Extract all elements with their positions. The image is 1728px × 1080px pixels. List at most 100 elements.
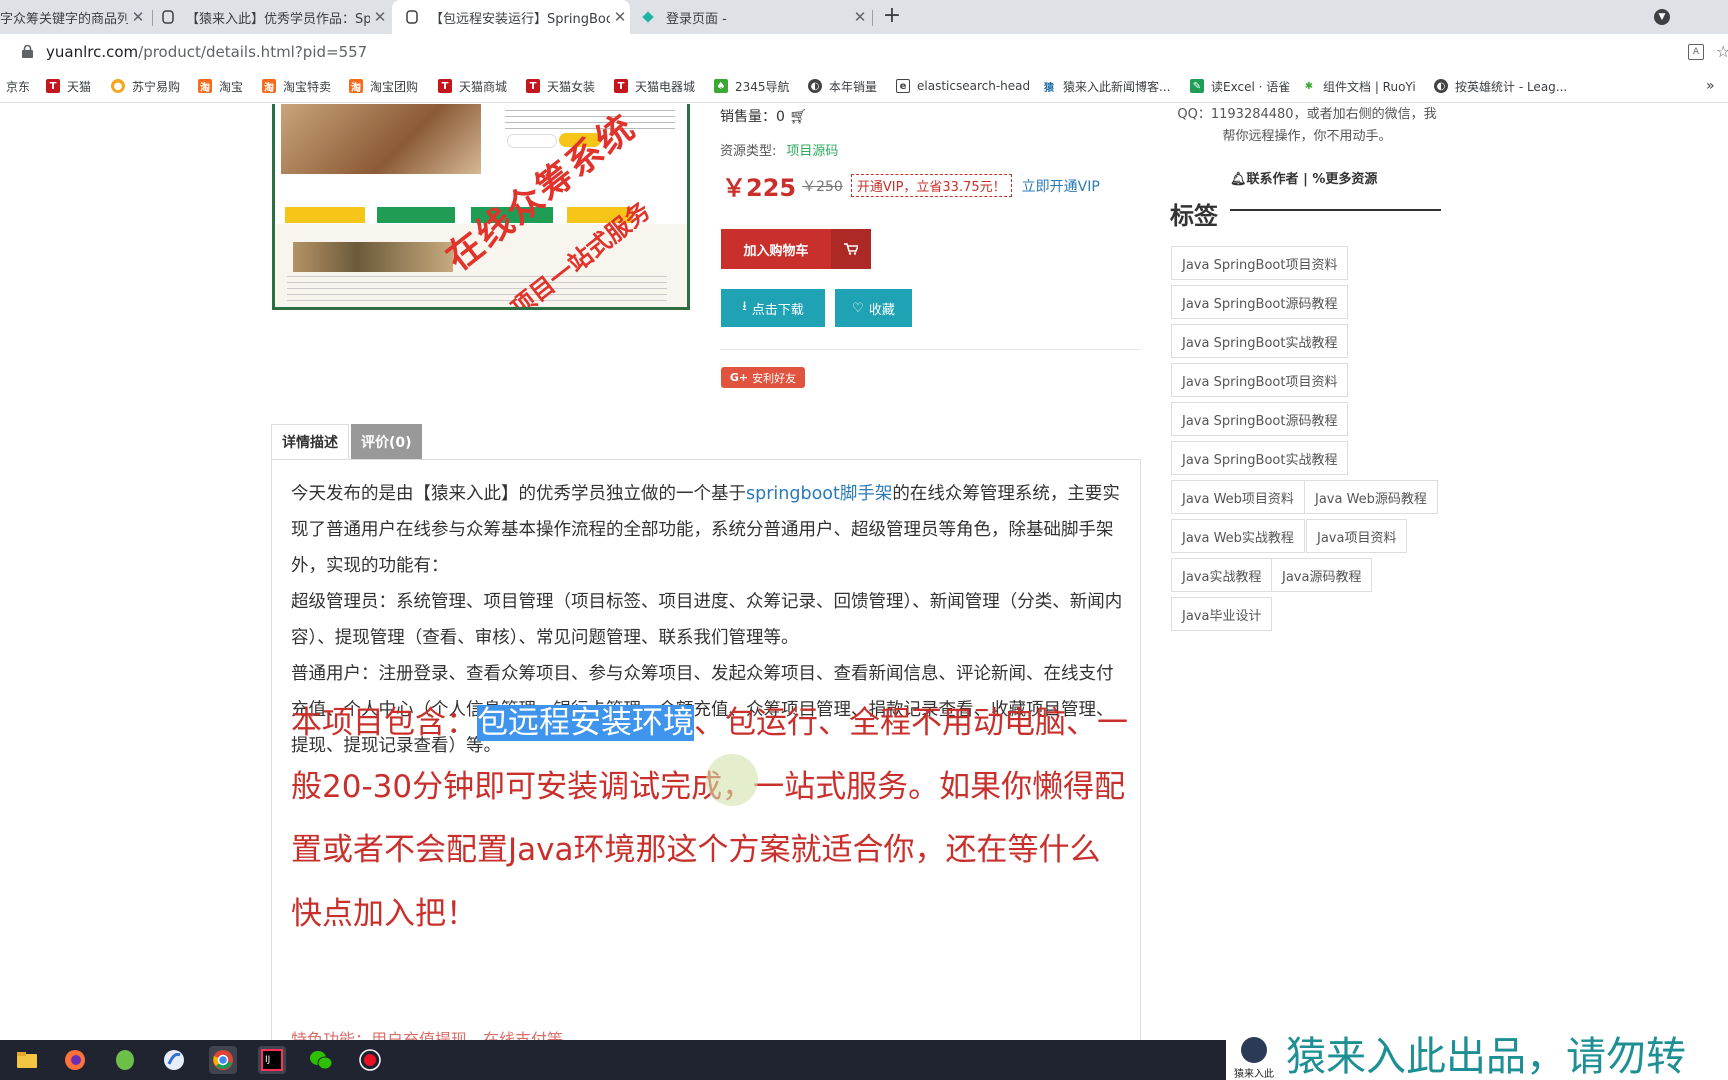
chrome-icon[interactable]	[209, 1046, 237, 1074]
bookmark-item[interactable]: T 天猫商城	[438, 77, 507, 95]
tab-description[interactable]: 详情描述	[271, 424, 349, 459]
bookmark-item[interactable]: ● 苏宁易购	[111, 77, 180, 95]
bookmark-star-icon[interactable]: ☆	[1716, 42, 1728, 61]
tab-title: 【猿来入此】优秀学员作品：Spr	[186, 11, 370, 27]
tag-item[interactable]: Java Web项目资料	[1171, 480, 1305, 514]
more-resources-link[interactable]: 更多资源	[1325, 172, 1377, 187]
brand-logo-text: 猿来入此	[1234, 1069, 1274, 1080]
tag-item[interactable]: Java SpringBoot项目资料	[1171, 363, 1349, 397]
bookmark-label: 淘宝	[219, 79, 244, 94]
brand-slogan: 猿来入此出品，请勿转	[1286, 1034, 1686, 1080]
intellij-icon[interactable]: IJ	[258, 1046, 286, 1074]
app-leaf-icon[interactable]	[111, 1046, 139, 1074]
vip-offer-badge[interactable]: 开通VIP，立省33.75元！	[850, 174, 1012, 197]
browser-tab-4[interactable]: 登录页面 - ✕	[640, 0, 870, 34]
download-button[interactable]: ⭳ 点击下载	[721, 289, 825, 327]
cart-icon	[831, 229, 871, 269]
price: ￥225	[722, 174, 797, 202]
bookmark-item[interactable]: 淘淘宝特卖	[262, 77, 331, 95]
tag-item[interactable]: Java实战教程	[1171, 558, 1273, 592]
preview-paragraph	[287, 276, 667, 306]
browser-tab-3-active[interactable]: 【包远程安装运行】SpringBoot ✕	[392, 0, 630, 34]
bookmark-item[interactable]: 猿猿来入此新闻博客...	[1042, 77, 1170, 95]
springboot-link[interactable]: springboot脚手架	[746, 484, 892, 504]
open-vip-link[interactable]: 立即开通VIP	[1022, 176, 1100, 196]
tab-divider	[872, 10, 873, 26]
translate-icon[interactable]: A	[1688, 44, 1704, 60]
close-icon[interactable]: ✕	[128, 8, 148, 26]
bookmark-item[interactable]: 淘淘宝	[198, 77, 243, 95]
svg-text:IJ: IJ	[265, 1055, 270, 1065]
browser-tab-2[interactable]: 【猿来入此】优秀学员作品：Spr ✕	[160, 0, 390, 34]
bookmark-item[interactable]: T 天猫	[46, 77, 91, 95]
page-content: 在线众筹系统 项目一站式服务 销售量：0 🛒︎ 资源类型: 项目源码 ￥225 ￥…	[0, 104, 1728, 1040]
bookmark-item[interactable]: ✎ 读Excel · 语雀	[1190, 77, 1290, 95]
bookmark-item[interactable]: ◐ 本年销量	[808, 77, 877, 95]
tab-title: 字众筹关键字的商品列表	[0, 11, 128, 27]
tab-divider	[152, 10, 153, 26]
divider-bar: |	[1303, 172, 1308, 187]
app-feather-icon[interactable]	[160, 1046, 188, 1074]
tag-item[interactable]: Java SpringBoot源码教程	[1171, 402, 1349, 436]
record-icon[interactable]	[356, 1046, 384, 1074]
share-button[interactable]: G+ 安利好友	[721, 367, 805, 388]
intro-text: 今天发布的是由【猿来入此】的优秀学员独立做的一个基于	[291, 484, 746, 504]
bookmark-item[interactable]: ◐ 按英雄统计 - Leag...	[1434, 77, 1567, 95]
url-field[interactable]: yuanlrc.com/product/details.html?pid=557	[46, 43, 367, 61]
contact-links: 🔔︎联系作者 | %更多资源	[1230, 168, 1377, 187]
close-icon[interactable]: ✕	[370, 8, 390, 26]
bookmark-item[interactable]: 京东	[6, 77, 30, 95]
bookmark-item[interactable]: T 天猫女装	[526, 77, 595, 95]
resource-type-value[interactable]: 项目源码	[786, 144, 838, 159]
preview-green-bar	[377, 207, 455, 223]
lock-icon	[22, 45, 33, 58]
divider	[720, 349, 1140, 350]
contact-author-link[interactable]: 联系作者	[1247, 172, 1299, 187]
tmall-icon: T	[46, 79, 60, 93]
wechat-icon[interactable]	[307, 1046, 335, 1074]
add-to-cart-button[interactable]: 加入购物车	[721, 229, 871, 269]
page-icon	[404, 9, 420, 25]
close-icon[interactable]: ✕	[850, 8, 870, 26]
bookmark-item[interactable]: T 天猫电器城	[614, 77, 695, 95]
tab-search-button[interactable]: ▼	[1654, 9, 1670, 25]
paragraph-intro: 今天发布的是由【猿来入此】的优秀学员独立做的一个基于springboot脚手架的…	[291, 476, 1126, 584]
favorite-button[interactable]: ♡ 收藏	[835, 289, 912, 327]
download-label: 点击下载	[751, 302, 804, 318]
close-icon[interactable]: ✕	[610, 8, 630, 26]
new-tab-button[interactable]: +	[880, 5, 904, 29]
file-explorer-icon[interactable]	[13, 1046, 41, 1074]
bookmark-item[interactable]: ✱ 组件文档 | RuoYi	[1302, 77, 1416, 95]
tag-item[interactable]: Java Web实战教程	[1171, 519, 1305, 553]
browser-tab-1[interactable]: 字众筹关键字的商品列表 ✕	[0, 0, 148, 34]
tag-item[interactable]: Java SpringBoot源码教程	[1171, 285, 1349, 319]
bookmark-label: 天猫商城	[459, 79, 508, 94]
tab-reviews[interactable]: 评价(0)	[351, 424, 422, 459]
tag-item[interactable]: Java SpringBoot实战教程	[1171, 324, 1349, 358]
taobao-icon: 淘	[198, 79, 212, 94]
product-image[interactable]: 在线众筹系统 项目一站式服务	[272, 104, 690, 310]
brand-logo-icon	[1241, 1037, 1267, 1063]
nav-icon: ♠	[714, 79, 728, 93]
tags-title-rule	[1230, 209, 1441, 211]
bookmark-item[interactable]: 淘淘宝团购	[349, 77, 418, 95]
tag-item[interactable]: Java Web源码教程	[1304, 480, 1438, 514]
bookmark-label: 2345导航	[735, 79, 790, 94]
tag-item[interactable]: Java项目资料	[1306, 519, 1408, 553]
bookmark-label: 猿来入此新闻博客...	[1063, 79, 1171, 94]
tag-item[interactable]: Java毕业设计	[1171, 597, 1273, 631]
link-icon: %	[1312, 172, 1326, 187]
firefox-icon[interactable]	[61, 1046, 89, 1074]
tag-item[interactable]: Java SpringBoot项目资料	[1171, 246, 1349, 280]
bookmark-item[interactable]: e elasticsearch-head	[896, 77, 1030, 95]
browser-tab-strip: 字众筹关键字的商品列表 ✕ 【猿来入此】优秀学员作品：Spr ✕ 【包远程安装运…	[0, 0, 1728, 34]
heart-icon: ♡	[852, 300, 864, 316]
tag-item[interactable]: Java SpringBoot实战教程	[1171, 441, 1349, 475]
tag-item[interactable]: Java源码教程	[1271, 558, 1373, 592]
url-path: /product/details.html?pid=557	[138, 43, 368, 61]
bookmark-item[interactable]: ♠ 2345导航	[714, 77, 790, 95]
bookmarks-more-button[interactable]: »	[1706, 78, 1715, 94]
share-label: 安利好友	[752, 371, 797, 385]
bookmark-label: 京东	[6, 79, 31, 94]
tmall-icon: T	[438, 79, 452, 93]
